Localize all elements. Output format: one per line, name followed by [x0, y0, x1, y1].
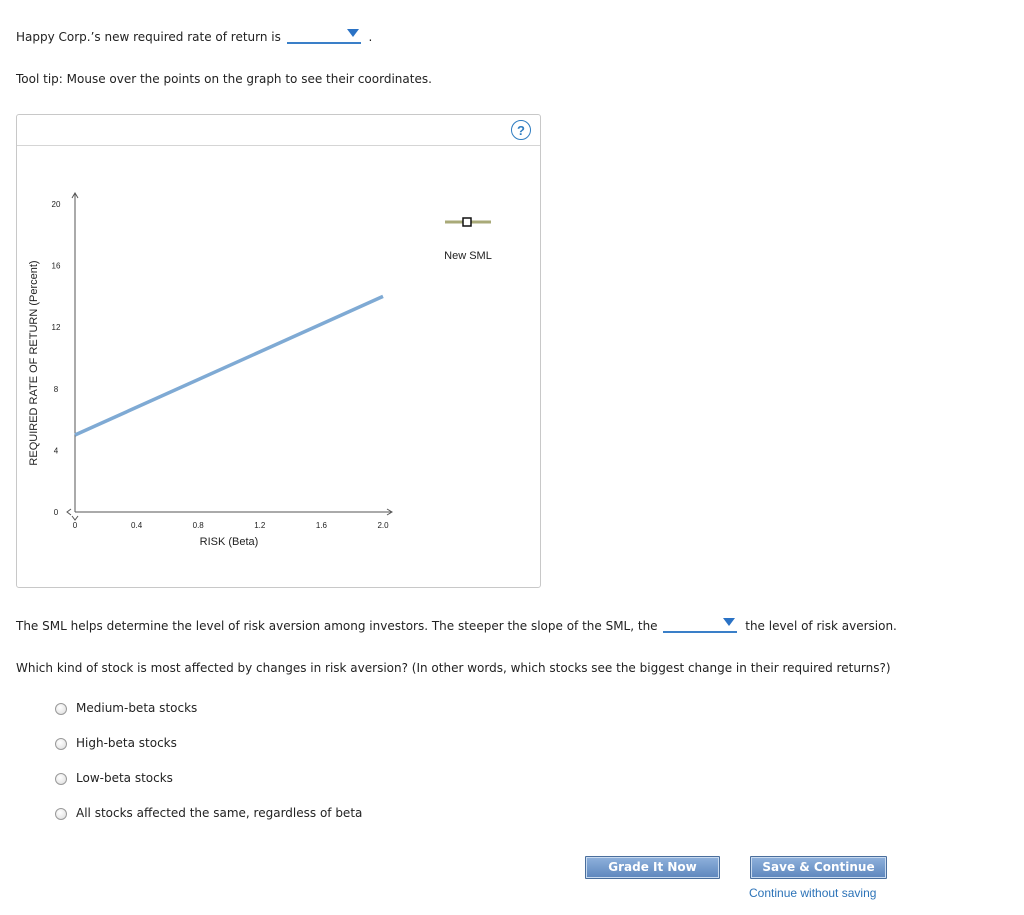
- y-tick-label: 0: [54, 508, 59, 517]
- sml-chart: 0 4 8 12 16 20 0 0.4 0.8 1.2 1.6 2.0 RISK (Beta) REQU…: [28, 192, 492, 548]
- radio-button[interactable]: [55, 807, 67, 820]
- x-tick-label: 1.6: [316, 521, 328, 530]
- legend-marker: [462, 217, 472, 227]
- sml-slope-sentence: The SML helps determine the level of ris…: [16, 615, 897, 633]
- option-label: Medium-beta stocks: [76, 701, 198, 715]
- rate-of-return-dropdown[interactable]: [286, 26, 361, 44]
- tooltip-text: Tool tip: Mouse over the points on the g…: [16, 72, 432, 86]
- legend-label: New SML: [444, 250, 492, 262]
- option-high-beta[interactable]: High-beta stocks: [55, 736, 177, 750]
- slope-dropdown[interactable]: [663, 615, 738, 633]
- y-axis-label: REQUIRED RATE OF RETURN (Percent): [28, 260, 40, 465]
- x-axis-left-arrow-icon: [66, 508, 72, 516]
- grade-it-now-button[interactable]: Grade It Now: [585, 856, 720, 879]
- option-medium-beta[interactable]: Medium-beta stocks: [55, 701, 197, 715]
- continue-without-saving-link[interactable]: Continue without saving: [749, 886, 876, 900]
- y-axis-down-arrow-icon: [71, 515, 79, 521]
- option-label: High-beta stocks: [76, 736, 177, 750]
- graph-panel: ? 0 4 8 12 16 20 0 0.4 0.8 1.2 1.6 2.0 RISK (Beta) RE…: [16, 114, 541, 588]
- sml-sentence-end: the level of risk aversion.: [745, 619, 897, 633]
- chevron-down-icon: [346, 29, 359, 37]
- sml-sentence-start: The SML helps determine the level of ris…: [16, 619, 658, 633]
- y-tick-label: 12: [52, 323, 61, 332]
- sml-line: [74, 294, 384, 437]
- option-label: All stocks affected the same, regardless…: [76, 806, 363, 820]
- x-tick-label: 0.4: [131, 521, 143, 530]
- radio-button[interactable]: [55, 772, 67, 785]
- x-axis-label: RISK (Beta): [200, 536, 259, 548]
- prompt-period: .: [368, 30, 373, 44]
- question-text: Which kind of stock is most affected by …: [16, 661, 891, 675]
- radio-button[interactable]: [55, 737, 67, 750]
- rate-of-return-prompt: Happy Corp.’s new required rate of retur…: [16, 26, 372, 44]
- y-tick-label: 20: [52, 200, 61, 209]
- radio-button[interactable]: [55, 702, 67, 715]
- chevron-down-icon: [723, 618, 736, 626]
- option-label: Low-beta stocks: [76, 771, 173, 785]
- x-tick-label: 1.2: [254, 521, 266, 530]
- x-tick-label: 0.8: [193, 521, 205, 530]
- y-tick-label: 16: [52, 262, 61, 271]
- rate-of-return-text: Happy Corp.’s new required rate of retur…: [16, 30, 281, 44]
- x-tick-label: 2.0: [377, 521, 389, 530]
- option-all-same[interactable]: All stocks affected the same, regardless…: [55, 806, 362, 820]
- option-low-beta[interactable]: Low-beta stocks: [55, 771, 173, 785]
- y-tick-label: 4: [54, 446, 59, 455]
- save-continue-button[interactable]: Save & Continue: [750, 856, 887, 879]
- x-tick-label: 0: [73, 521, 78, 530]
- y-tick-label: 8: [54, 385, 59, 394]
